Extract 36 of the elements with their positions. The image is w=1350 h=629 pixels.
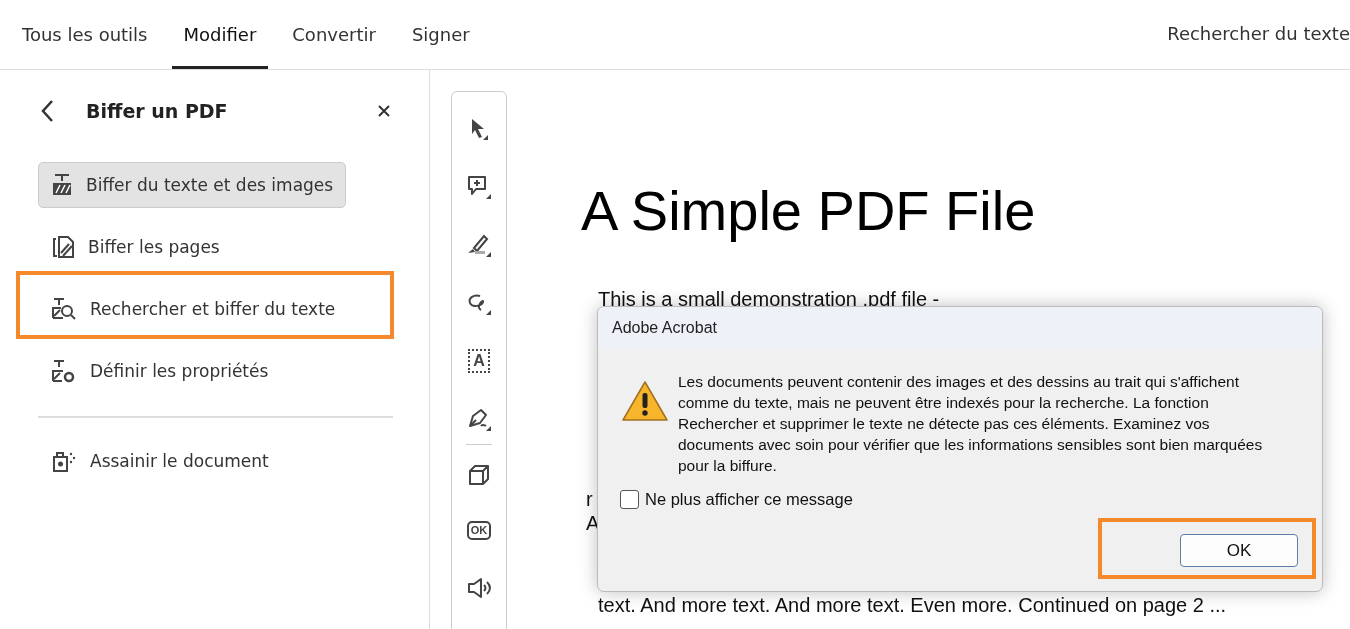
- sanitize-icon: [51, 449, 77, 473]
- tab[interactable]: Convertir: [280, 0, 388, 69]
- panel-item[interactable]: Rechercher et biffer du texte: [38, 286, 349, 332]
- cube-icon: [467, 463, 491, 487]
- search-redact-icon: [51, 297, 77, 321]
- dialog-title: Adobe Acrobat: [612, 319, 717, 337]
- tab[interactable]: Modifier: [171, 0, 269, 69]
- panel-item[interactable]: Définir les propriétés: [38, 348, 282, 394]
- tool-button[interactable]: A: [457, 332, 501, 390]
- button-icon: OK: [466, 520, 492, 540]
- speaker-icon: [466, 576, 492, 600]
- pages-icon: [51, 235, 75, 259]
- tab[interactable]: Tous les outils: [10, 0, 160, 69]
- dialog-message: Les documents peuvent contenir des images et des dessins au trait qui s'affichent comme du texte, mais ne peuvent être indexés pour la recherche. La fonction Rechercher et supprimer le texte ne détecte pas ces éléments. Examinez vos documents avec soin pour vérifier que les informations sensibles sont bien marquées pour la biffure.: [678, 372, 1264, 476]
- marker-icon: [466, 232, 492, 258]
- comment-add-icon: [466, 174, 492, 200]
- panel-item[interactable]: Biffer les pages: [38, 224, 233, 270]
- warning-icon: [620, 379, 670, 423]
- tab[interactable]: Signer: [399, 0, 482, 69]
- document-text: text. And more text. And more text. Even more. Continued on page 2 ...: [598, 593, 1228, 617]
- pen-nib-icon: [466, 406, 492, 432]
- redact-text-icon: [51, 173, 73, 197]
- close-icon[interactable]: [377, 104, 391, 118]
- search-text-link[interactable]: Rechercher du texte: [1167, 23, 1350, 44]
- document-title: A Simple PDF File: [581, 178, 1037, 243]
- tool-button[interactable]: OK: [457, 501, 501, 559]
- panel-item[interactable]: Assainir le document: [38, 438, 282, 484]
- text-box-icon: A: [468, 349, 490, 373]
- properties-icon: [51, 359, 77, 383]
- dont-show-checkbox[interactable]: Ne plus afficher ce message: [620, 490, 853, 509]
- document-text: r: [586, 487, 593, 511]
- panel-item[interactable]: Biffer du texte et des images: [38, 162, 347, 208]
- panel-title: Biffer un PDF: [86, 100, 229, 122]
- document-text: This is a small demonstration .pdf file -: [598, 287, 941, 311]
- back-icon[interactable]: [40, 99, 54, 123]
- ok-button[interactable]: OK: [1180, 534, 1298, 567]
